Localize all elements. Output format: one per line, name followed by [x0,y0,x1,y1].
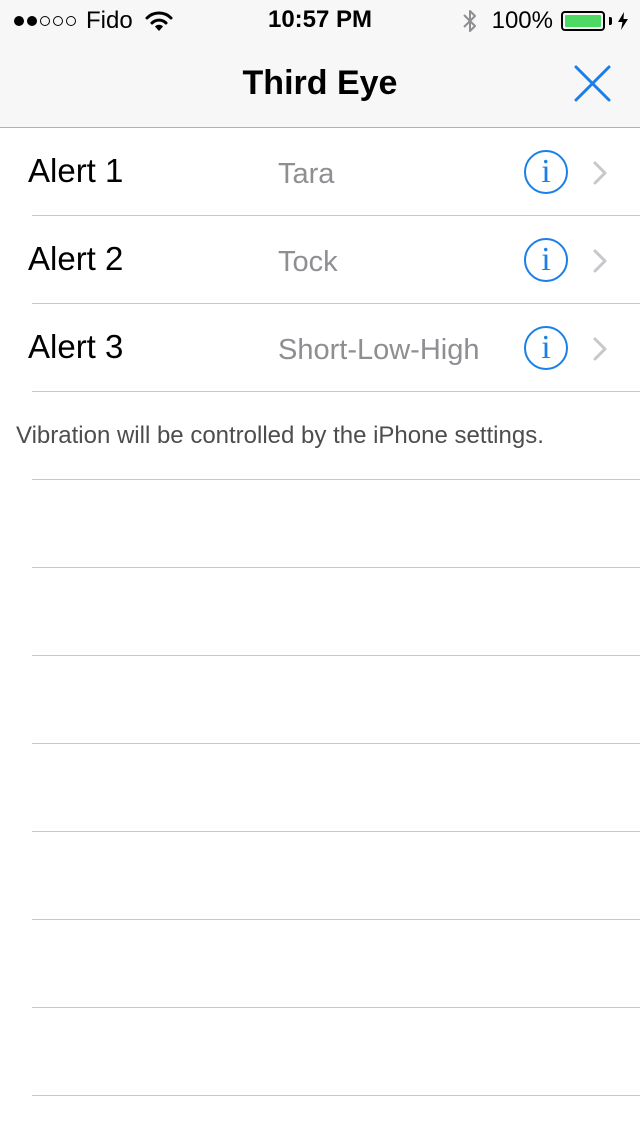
alert-row-1[interactable]: Alert 1 Tara i [0,128,640,216]
empty-row [0,1096,640,1136]
alert-sound-value: Tara [278,158,335,190]
screen: Fido 10:57 PM 100% Third Eye Alert 1 Tar… [0,0,640,1136]
info-icon[interactable]: i [524,238,568,282]
empty-row [0,744,640,832]
alerts-list: Alert 1 Tara i Alert 2 Tock i Alert 3 Sh… [0,128,640,1136]
footer-note-row: Vibration will be controlled by the iPho… [0,392,640,480]
battery-icon [561,11,605,31]
empty-row [0,656,640,744]
bluetooth-icon [462,10,476,32]
alert-sound-value: Short-Low-High [278,334,480,366]
alert-label: Alert 3 [28,328,124,365]
info-icon[interactable]: i [524,150,568,194]
chevron-right-icon [593,337,607,361]
empty-row [0,832,640,920]
navigation-bar: Third Eye [0,40,640,128]
info-icon[interactable]: i [524,326,568,370]
battery-nub [609,17,612,25]
vibration-note: Vibration will be controlled by the iPho… [16,422,544,449]
close-icon[interactable] [566,62,616,106]
charging-bolt-icon [618,12,628,30]
alert-label: Alert 2 [28,240,124,277]
page-title: Third Eye [242,64,398,102]
alert-row-2[interactable]: Alert 2 Tock i [0,216,640,304]
chevron-right-icon [593,161,607,185]
status-bar: Fido 10:57 PM 100% [0,0,640,40]
empty-row [0,480,640,568]
chevron-right-icon [593,249,607,273]
alert-sound-value: Tock [278,246,338,278]
empty-row [0,568,640,656]
empty-row [0,920,640,1008]
alert-label: Alert 1 [28,152,124,189]
status-right: 100% [462,6,628,36]
alert-row-3[interactable]: Alert 3 Short-Low-High i [0,304,640,392]
empty-row [0,1008,640,1096]
battery-fill [565,15,601,27]
battery-percentage: 100% [491,7,553,34]
